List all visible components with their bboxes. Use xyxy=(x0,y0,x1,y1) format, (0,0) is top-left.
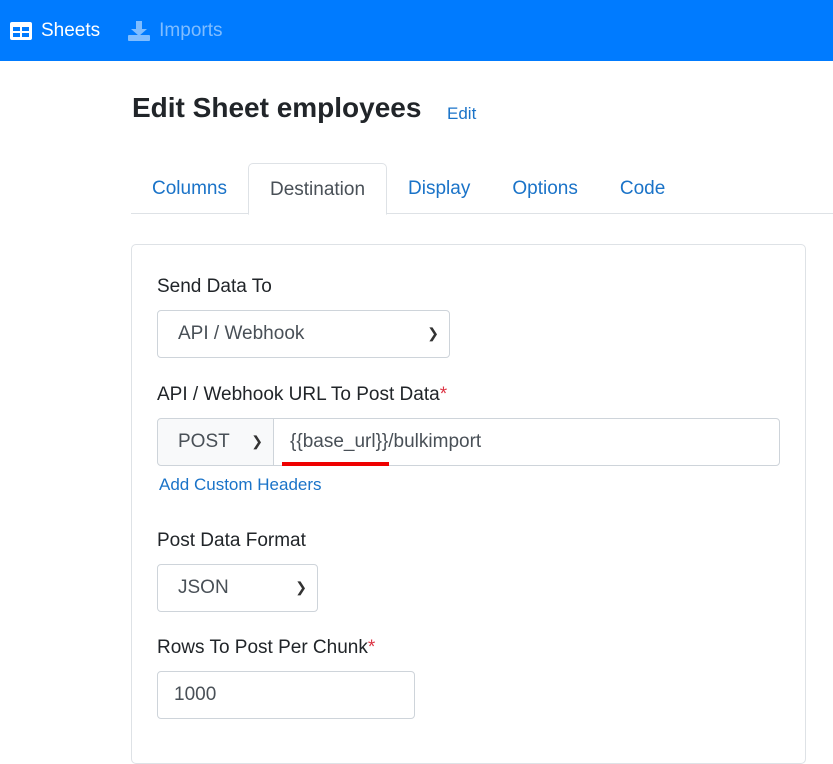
top-navbar: Sheets Imports xyxy=(0,0,833,61)
tab-destination[interactable]: Destination xyxy=(247,163,388,215)
post-format-value: JSON xyxy=(178,577,229,598)
rows-input[interactable]: 1000 xyxy=(157,671,415,719)
method-select[interactable]: POST ❯ xyxy=(157,418,274,466)
send-data-value: API / Webhook xyxy=(178,323,305,344)
rows-value: 1000 xyxy=(174,684,217,705)
method-value: POST xyxy=(178,431,230,452)
url-label-text: API / Webhook URL To Post Data xyxy=(157,384,440,405)
rows-label: Rows To Post Per Chunk* xyxy=(157,637,375,659)
url-value: {{base_url}}/bulkimport xyxy=(290,431,482,452)
page-title: Edit Sheet employees xyxy=(132,92,422,123)
chevron-down-icon: ❯ xyxy=(251,433,263,449)
post-format-select[interactable]: JSON ❯ xyxy=(157,564,318,612)
post-format-label: Post Data Format xyxy=(157,530,306,551)
nav-sheets[interactable]: Sheets xyxy=(10,20,100,42)
url-input[interactable]: {{base_url}}/bulkimport xyxy=(273,418,780,466)
url-label: API / Webhook URL To Post Data* xyxy=(157,384,447,406)
chevron-down-icon: ❯ xyxy=(427,325,439,341)
nav-imports[interactable]: Imports xyxy=(128,19,223,42)
nav-sheets-label: Sheets xyxy=(41,19,101,41)
tab-bar: Columns Destination Display Options Code xyxy=(131,163,833,215)
send-data-label: Send Data To xyxy=(157,276,272,297)
required-marker: * xyxy=(439,384,448,405)
tab-columns[interactable]: Columns xyxy=(131,163,248,213)
edit-title-link[interactable]: Edit xyxy=(447,104,476,124)
chevron-down-icon: ❯ xyxy=(295,579,307,595)
download-icon xyxy=(128,20,151,41)
tab-display[interactable]: Display xyxy=(387,163,491,213)
required-marker: * xyxy=(367,637,376,658)
rows-label-text: Rows To Post Per Chunk xyxy=(157,637,368,658)
table-icon xyxy=(10,21,32,40)
nav-imports-label: Imports xyxy=(159,19,223,41)
tab-code[interactable]: Code xyxy=(599,163,686,213)
tab-options[interactable]: Options xyxy=(491,163,598,213)
red-underline-annotation xyxy=(282,462,389,466)
add-custom-headers-link[interactable]: Add Custom Headers xyxy=(159,475,322,495)
send-data-select[interactable]: API / Webhook ❯ xyxy=(157,310,450,358)
